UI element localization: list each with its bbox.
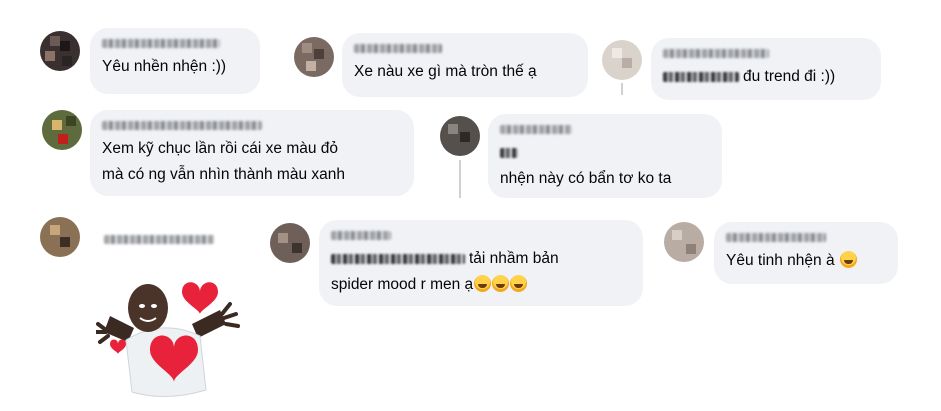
heart-small bbox=[110, 339, 126, 354]
thread-line bbox=[621, 83, 623, 95]
comment-bubble: Yêu tinh nhện à bbox=[714, 222, 898, 284]
avatar[interactable] bbox=[42, 110, 82, 150]
avatar[interactable] bbox=[664, 222, 704, 262]
author-name[interactable] bbox=[663, 48, 769, 58]
rofl-emoji-icon bbox=[474, 275, 492, 292]
comment-text: nhện này có bẩn tơ ko ta bbox=[500, 170, 672, 187]
comment-bubble: Yêu nhền nhện :)) bbox=[90, 28, 260, 94]
comment-bubble: tải nhầm bản spider mood r men ạ bbox=[319, 220, 643, 306]
comment-bubble: đu trend đi :)) bbox=[651, 38, 881, 100]
author-name[interactable] bbox=[104, 231, 214, 249]
mention-tag[interactable] bbox=[500, 147, 518, 158]
author-name[interactable] bbox=[102, 38, 220, 48]
comment-text: đu trend đi :)) bbox=[663, 64, 869, 90]
comment-text: Yêu nhền nhện :)) bbox=[102, 58, 227, 75]
mention-tag[interactable] bbox=[663, 71, 739, 82]
thread-line bbox=[459, 160, 461, 198]
avatar[interactable] bbox=[270, 223, 310, 263]
author-name[interactable] bbox=[726, 232, 826, 242]
comment-bubble: Xe nàu xe gì mà tròn thế ạ bbox=[342, 33, 588, 97]
avatar[interactable] bbox=[602, 40, 642, 80]
heart bbox=[182, 282, 218, 314]
comment-text-line-1: Xem kỹ chục lần rồi cái xe màu đỏ bbox=[102, 140, 339, 157]
author-name[interactable] bbox=[354, 43, 442, 53]
mention-line bbox=[500, 140, 710, 166]
author-name[interactable] bbox=[331, 230, 391, 240]
mention-tag[interactable] bbox=[331, 253, 465, 264]
comment-bubble: nhện này có bẩn tơ ko ta bbox=[488, 114, 722, 198]
avatar[interactable] bbox=[40, 217, 80, 257]
comment-text: Yêu tinh nhện à bbox=[726, 248, 886, 274]
rofl-emoji-icon bbox=[492, 275, 510, 292]
comment-text: Xe nàu xe gì mà tròn thế ạ bbox=[354, 63, 537, 80]
author-name[interactable] bbox=[102, 120, 262, 130]
comment-text-line-2: spider mood r men ạ bbox=[331, 272, 631, 298]
love-hug-sticker bbox=[96, 282, 240, 398]
comment-text-line-1: tải nhầm bản bbox=[331, 246, 631, 272]
avatar[interactable] bbox=[294, 37, 334, 77]
author-name[interactable] bbox=[500, 124, 572, 134]
comment-text-line-2: mà có ng vẫn nhìn thành màu xanh bbox=[102, 166, 345, 183]
avatar[interactable] bbox=[40, 31, 80, 71]
rofl-emoji-icon bbox=[839, 251, 857, 268]
face bbox=[128, 284, 168, 332]
comment-bubble: Xem kỹ chục lần rồi cái xe màu đỏ mà có … bbox=[90, 110, 414, 196]
avatar[interactable] bbox=[440, 116, 480, 156]
rofl-emoji-icon bbox=[510, 275, 528, 292]
